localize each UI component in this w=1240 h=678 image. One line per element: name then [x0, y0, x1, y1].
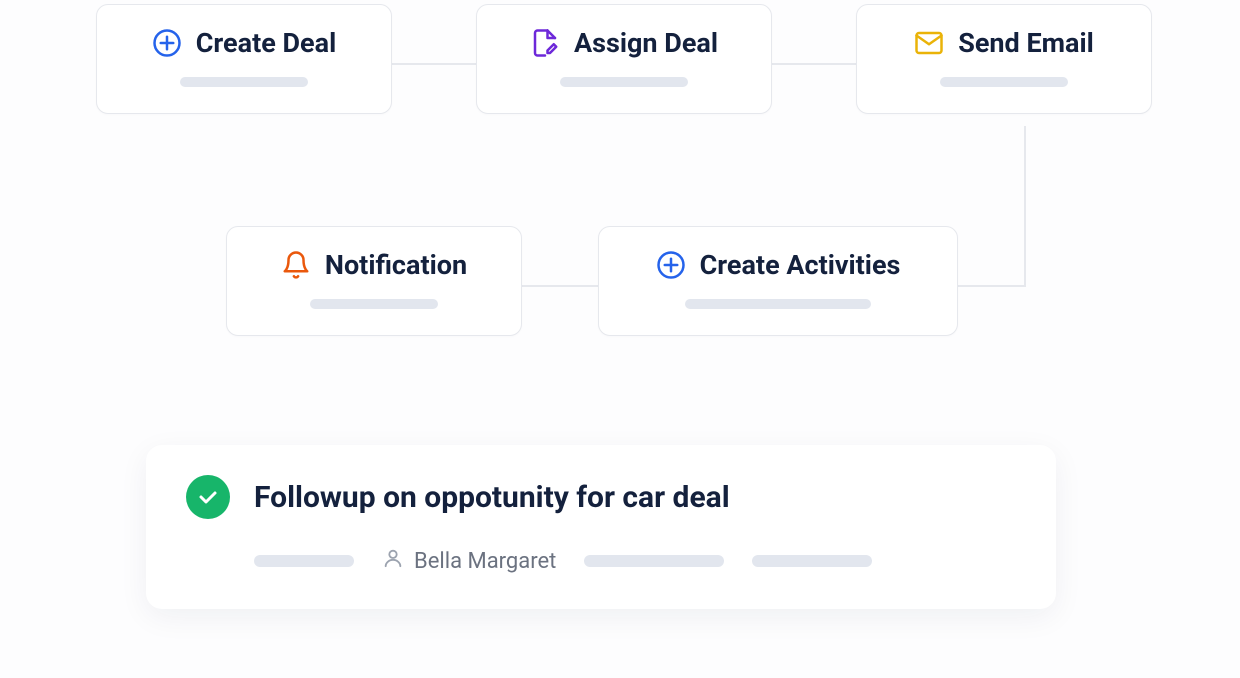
bell-icon [281, 250, 311, 280]
plus-circle-icon [152, 28, 182, 58]
placeholder-bar [940, 77, 1068, 87]
placeholder-bar [752, 555, 872, 567]
placeholder-bar [560, 77, 688, 87]
connector [390, 63, 484, 65]
node-create-activities[interactable]: Create Activities [598, 226, 958, 336]
task-assignee: Bella Margaret [382, 547, 556, 575]
connector [1024, 126, 1026, 286]
plus-circle-icon [656, 250, 686, 280]
placeholder-bar [254, 555, 354, 567]
placeholder-bar [685, 299, 871, 309]
connector [956, 285, 1026, 287]
task-card[interactable]: Followup on oppotunity for car deal Bell… [146, 445, 1056, 609]
task-meta: Bella Margaret [254, 547, 1016, 575]
node-label: Send Email [958, 27, 1094, 59]
assignee-name: Bella Margaret [414, 549, 556, 574]
node-create-deal[interactable]: Create Deal [96, 4, 392, 114]
task-title: Followup on oppotunity for car deal [254, 480, 730, 515]
node-send-email[interactable]: Send Email [856, 4, 1152, 114]
node-label: Notification [325, 249, 467, 281]
node-notification[interactable]: Notification [226, 226, 522, 336]
workflow-canvas: Create Deal Assign Deal Send Email [0, 0, 1240, 678]
file-edit-icon [530, 28, 560, 58]
connector [770, 63, 860, 65]
person-icon [382, 547, 404, 575]
node-assign-deal[interactable]: Assign Deal [476, 4, 772, 114]
placeholder-bar [584, 555, 724, 567]
node-label: Assign Deal [574, 27, 718, 59]
placeholder-bar [180, 77, 308, 87]
node-label: Create Deal [196, 27, 336, 59]
node-label: Create Activities [700, 249, 901, 281]
check-circle-icon [186, 475, 230, 519]
placeholder-bar [310, 299, 438, 309]
connector [520, 285, 600, 287]
mail-icon [914, 28, 944, 58]
